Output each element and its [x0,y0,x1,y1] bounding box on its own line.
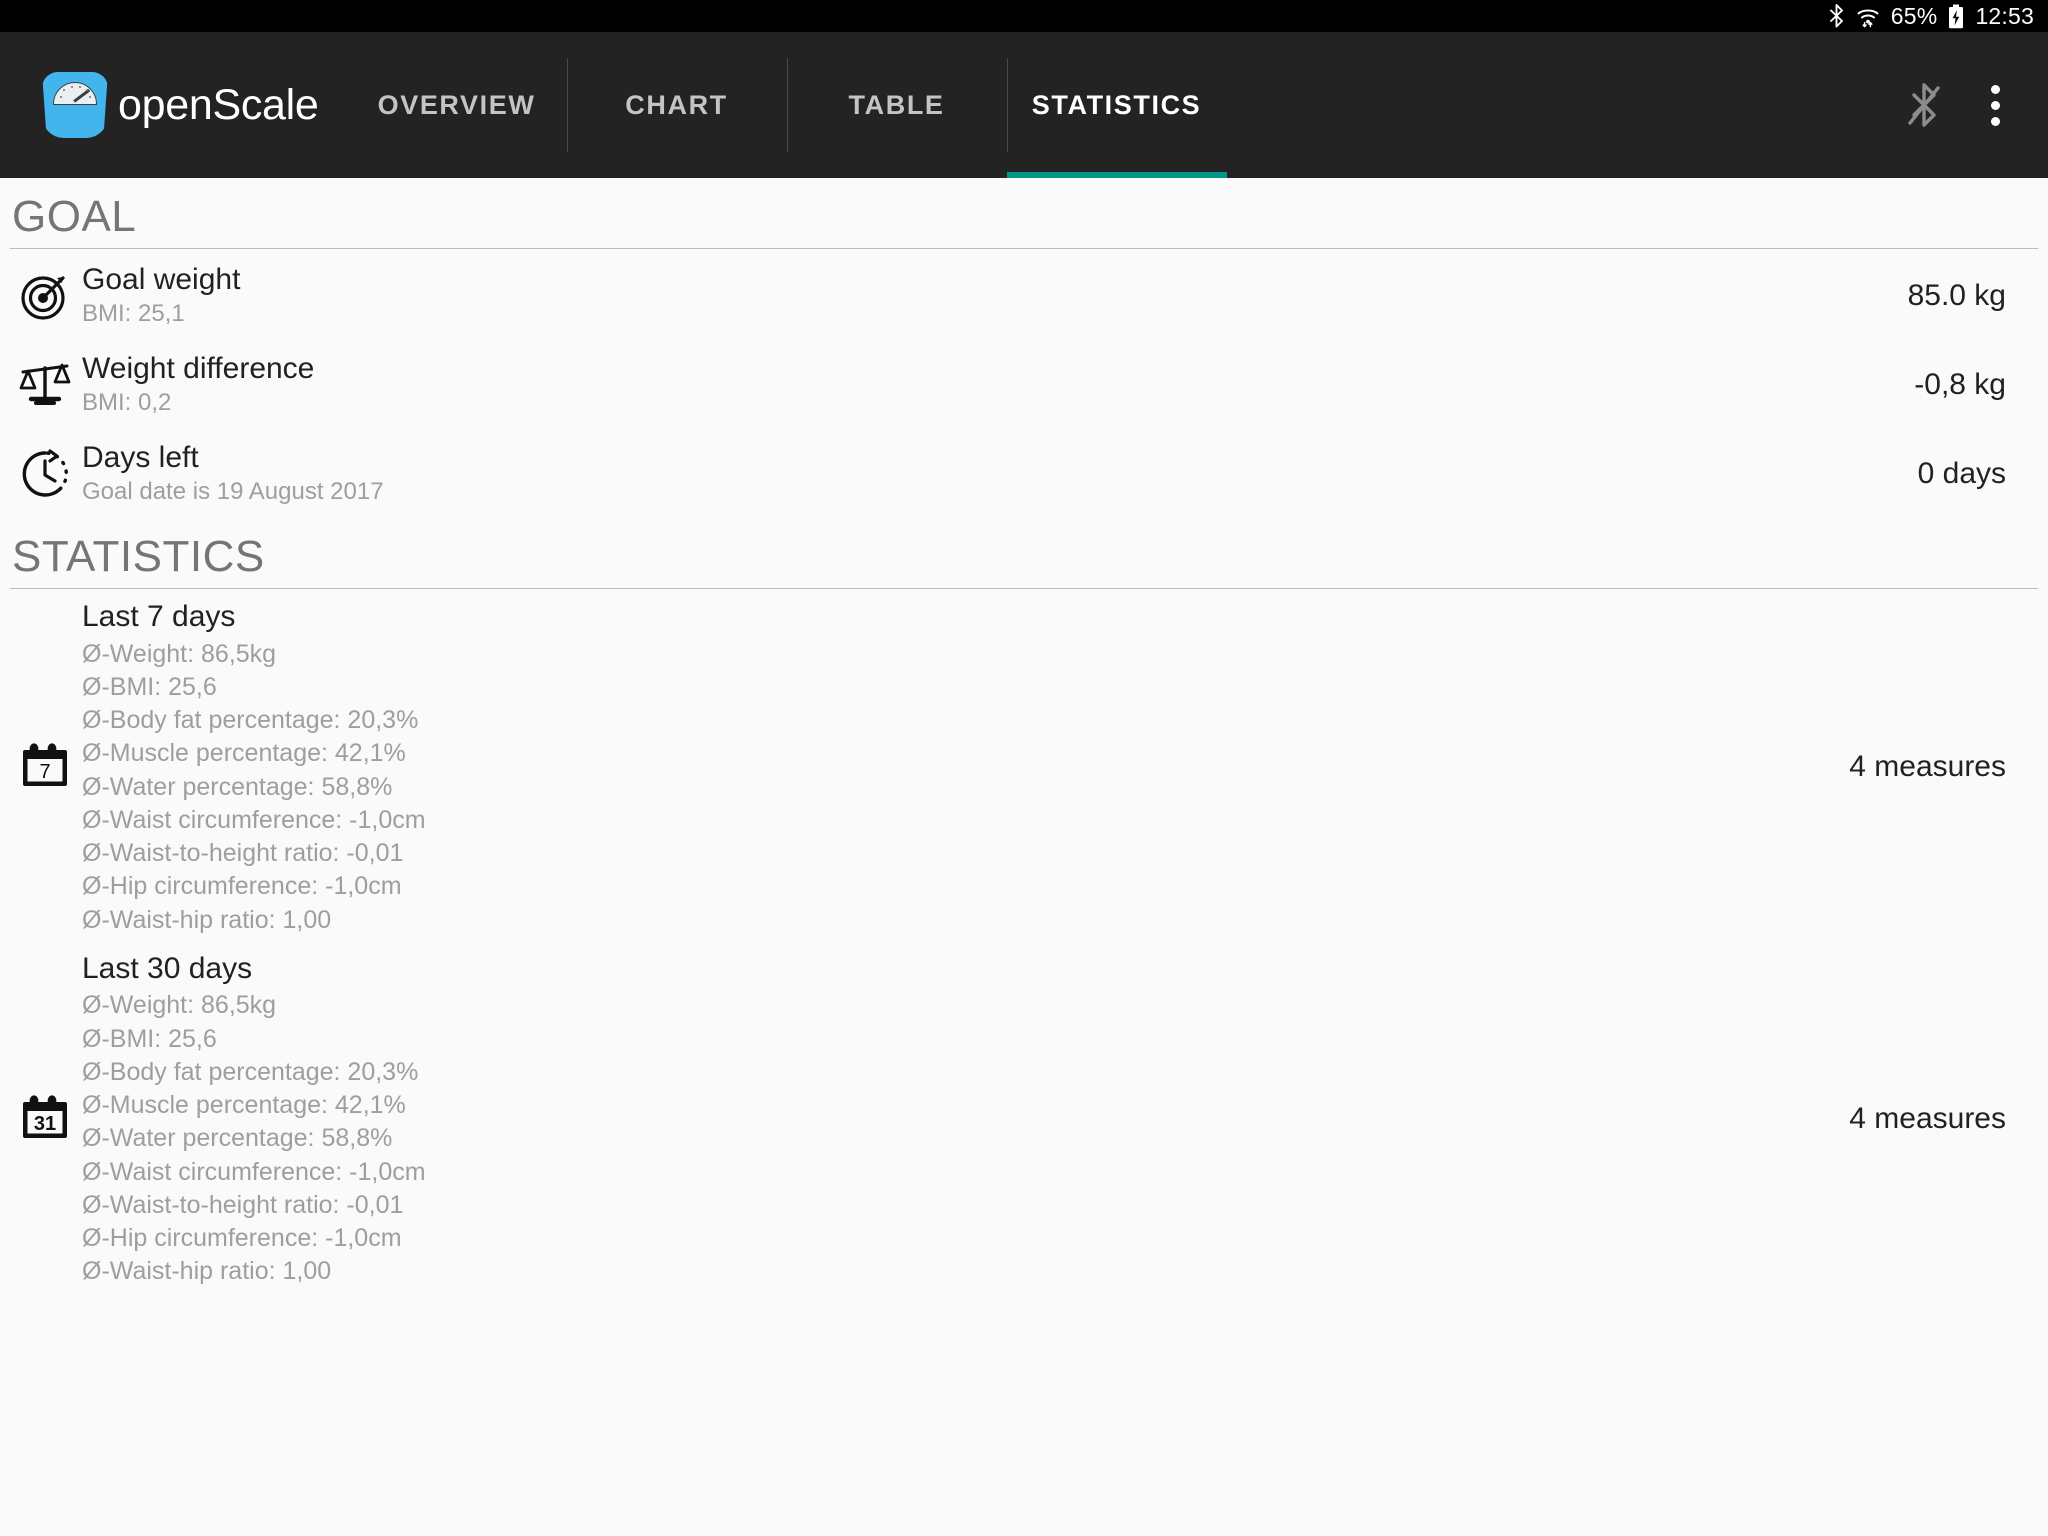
weight-difference-subtitle: BMI: 0,2 [82,388,172,416]
tab-statistics-label: STATISTICS [1031,89,1202,120]
bluetooth-disabled-icon[interactable] [1907,82,1941,128]
goal-row-text: Weight difference BMI: 0,2 [76,351,314,417]
app-bar: openScale OVERVIEW CHART TABLE STATISTIC… [0,32,2048,178]
stat-line: Ø-Hip circumference: -1,0cm [82,1224,402,1252]
tab-chart-indicator [567,172,787,178]
last-30-days-title: Last 30 days [82,951,253,985]
stat-line: Ø-Muscle percentage: 42,1% [82,739,406,768]
tab-table-indicator [787,172,1007,178]
goal-weight-title: Goal weight [82,263,241,297]
stat-line: Ø-Waist-to-height ratio: -0,01 [82,1190,404,1219]
statistics-section-title: STATISTICS [12,532,265,581]
goal-row-text: Goal weight BMI: 25,1 [76,262,240,328]
status-bar: 65% 12:53 [0,0,2048,32]
stat-line: Ø-BMI: 25,6 [82,672,217,701]
stat-line: Ø-Weight: 86,5kg [82,991,277,1020]
goal-row-goal-weight[interactable]: Goal weight BMI: 25,1 85.0 kg [10,251,2038,340]
tab-statistics-indicator [1006,172,1227,178]
clock-label: 12:53 [1975,2,2034,29]
content: GOAL Goal weight BMI: 25,1 85.0 kg Weigh… [0,178,2048,1295]
calendar-7-icon: 7 [14,741,76,793]
days-left-value: 0 days [1917,456,2006,490]
calendar-day-label: 31 [34,1113,56,1135]
days-left-title: Days left [82,441,199,475]
tab-chart-label: CHART [625,89,728,120]
openscale-logo-icon [42,72,108,138]
app-title: openScale [118,80,319,129]
tab-overview[interactable]: OVERVIEW [347,32,567,178]
stat-line: Ø-Water percentage: 58,8% [82,772,393,801]
calendar-31-icon: 31 [14,1093,76,1145]
clock-dashed-icon [14,448,76,500]
goal-row-days-left[interactable]: Days left Goal date is 19 August 2017 0 … [10,429,2038,518]
last-7-days-title: Last 7 days [82,600,236,633]
weight-difference-title: Weight difference [82,352,315,386]
bluetooth-icon [1828,4,1845,28]
statistics-block-text: Last 7 days Ø-Weight: 86,5kg Ø-BMI: 25,6… [76,597,426,937]
calendar-day-label: 7 [39,761,50,783]
stat-line: Ø-Body fat percentage: 20,3% [82,1057,419,1086]
tab-table[interactable]: TABLE [786,32,1007,178]
days-left-subtitle: Goal date is 19 August 2017 [82,477,384,505]
statistics-section-divider [10,588,2038,589]
goal-weight-value: 85.0 kg [1907,278,2006,312]
target-icon [14,270,76,322]
balance-scale-icon [14,359,76,411]
stat-line: Ø-Waist circumference: -1,0cm [82,1157,426,1186]
tab-overview-label: OVERVIEW [377,89,536,120]
tab-statistics[interactable]: STATISTICS [1006,32,1227,178]
stat-line: Ø-Waist-hip ratio: 1,00 [82,1257,332,1286]
tab-chart[interactable]: CHART [566,32,787,178]
stat-line: Ø-Muscle percentage: 42,1% [82,1091,406,1119]
goal-section-title: GOAL [12,192,137,241]
battery-percent-label: 65% [1890,2,1938,29]
tab-overview-indicator [347,172,567,178]
stat-line: Ø-BMI: 25,6 [82,1024,217,1053]
weight-difference-value: -0,8 kg [1914,367,2006,401]
goal-weight-subtitle: BMI: 25,1 [82,299,185,327]
goal-row-weight-difference[interactable]: Weight difference BMI: 0,2 -0,8 kg [10,340,2038,429]
wifi-icon [1856,4,1880,28]
stat-line: Ø-Waist-to-height ratio: -0,01 [82,839,404,867]
stat-line: Ø-Waist circumference: -1,0cm [82,805,426,834]
stat-line: Ø-Hip circumference: -1,0cm [82,872,402,901]
goal-section-divider [10,248,2038,249]
app-bar-actions [1907,32,2048,178]
statistics-block-last-30-days[interactable]: 31 Last 30 days Ø-Weight: 86,5kg Ø-BMI: … [10,943,2038,1295]
stat-line: Ø-Weight: 86,5kg [82,639,277,668]
stat-line: Ø-Water percentage: 58,8% [82,1124,393,1153]
stat-line: Ø-Body fat percentage: 20,3% [82,706,419,734]
goal-row-text: Days left Goal date is 19 August 2017 [76,440,384,506]
battery-charging-icon [1948,4,1964,29]
statistics-block-text: Last 30 days Ø-Weight: 86,5kg Ø-BMI: 25,… [76,949,426,1289]
last-7-days-measure-count: 4 measures [1849,749,2006,783]
last-30-days-measure-count: 4 measures [1849,1101,2006,1135]
tab-table-label: TABLE [848,89,945,120]
overflow-menu-icon[interactable] [1979,79,2012,132]
statistics-block-last-7-days[interactable]: 7 Last 7 days Ø-Weight: 86,5kg Ø-BMI: 25… [10,591,2038,943]
tab-bar: OVERVIEW CHART TABLE STATISTICS [347,32,1227,178]
brand: openScale [0,32,319,178]
stat-line: Ø-Waist-hip ratio: 1,00 [82,905,332,934]
